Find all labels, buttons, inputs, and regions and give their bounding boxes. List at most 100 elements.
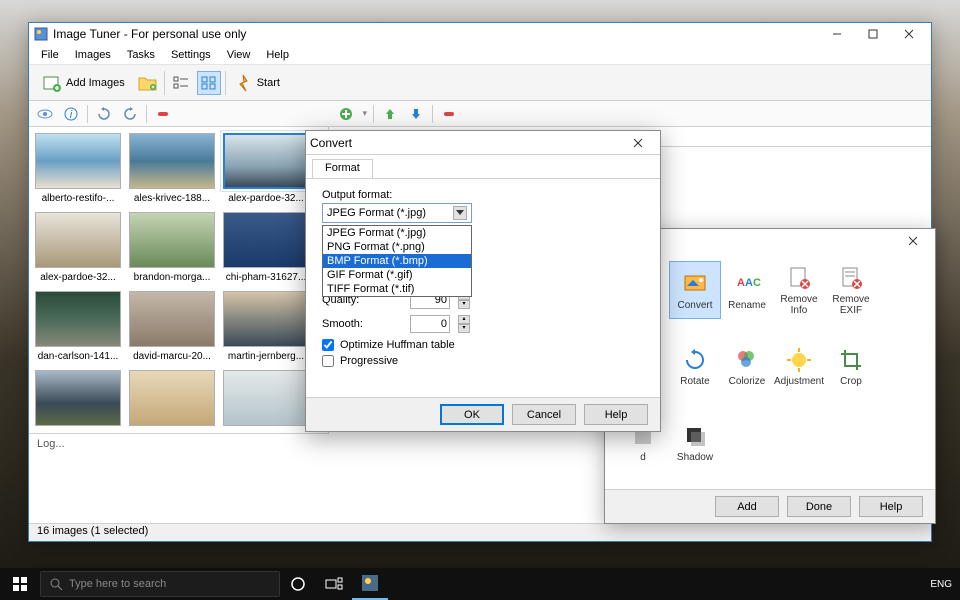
smooth-input[interactable] <box>410 315 450 333</box>
menu-images[interactable]: Images <box>67 47 119 63</box>
maximize-button[interactable] <box>855 23 891 45</box>
format-option[interactable]: BMP Format (*.bmp) <box>323 254 471 268</box>
thumbnail-item[interactable]: chi-pham-31627... <box>223 212 309 283</box>
add-images-label: Add Images <box>66 77 125 89</box>
progressive-label[interactable]: Progressive <box>340 355 398 367</box>
task-item-convert[interactable]: Convert <box>669 261 721 319</box>
thumbnail-label: alberto-restifo-... <box>36 193 120 204</box>
optimize-label[interactable]: Optimize Huffman table <box>340 339 455 351</box>
start-menu-button[interactable] <box>0 568 40 600</box>
task-item-rotate[interactable]: Rotate <box>669 337 721 395</box>
thumbnail-image <box>35 291 121 347</box>
add-images-button[interactable]: Add Images <box>35 68 132 98</box>
move-down-icon[interactable] <box>406 104 426 124</box>
thumbnail-item[interactable]: ales-krivec-188... <box>129 133 215 204</box>
format-option[interactable]: PNG Format (*.png) <box>323 240 471 254</box>
menu-view[interactable]: View <box>219 47 259 63</box>
menu-tasks[interactable]: Tasks <box>119 47 163 63</box>
task-item-shadow[interactable]: Shadow <box>669 414 721 472</box>
view-list-button[interactable] <box>169 71 193 95</box>
thumbnail-item[interactable] <box>129 370 215 430</box>
thumbnail-label: chi-pham-31627... <box>224 272 308 283</box>
task-help-button[interactable]: Help <box>859 496 923 517</box>
task-view-icon[interactable] <box>316 568 352 600</box>
move-up-icon[interactable] <box>380 104 400 124</box>
thumbnail-label: ales-krivec-188... <box>130 193 214 204</box>
smooth-spin-up[interactable]: ▴ <box>458 315 470 324</box>
tab-strip: Format <box>306 155 660 179</box>
format-option[interactable]: TIFF Format (*.tif) <box>323 282 471 296</box>
menu-help[interactable]: Help <box>258 47 297 63</box>
menubar: FileImagesTasksSettingsViewHelp <box>29 45 931 65</box>
convert-help-button[interactable]: Help <box>584 404 648 425</box>
language-indicator[interactable]: ENG <box>930 579 952 590</box>
convert-ok-button[interactable]: OK <box>440 404 504 425</box>
task-item-rename[interactable]: AACRename <box>721 261 773 319</box>
rotate-left-icon[interactable] <box>94 104 114 124</box>
cortana-icon[interactable] <box>280 568 316 600</box>
status-text: 16 images (1 selected) <box>37 525 148 537</box>
log-label: Log... <box>37 438 65 450</box>
task-item-crop[interactable]: Crop <box>825 337 877 395</box>
convert-close-button[interactable] <box>620 132 656 154</box>
taskbar-search[interactable]: Type here to search <box>40 571 280 597</box>
task-item-colorize[interactable]: Colorize <box>721 337 773 395</box>
task-item-adjustment[interactable]: Adjustment <box>773 337 825 395</box>
start-button[interactable]: Start <box>230 68 287 98</box>
minimize-button[interactable] <box>819 23 855 45</box>
toolbar: Add Images Start <box>29 65 931 101</box>
task-dialog-close-button[interactable] <box>895 230 931 252</box>
thumbnail-image <box>223 212 309 268</box>
menu-file[interactable]: File <box>33 47 67 63</box>
taskbar-app-icon[interactable] <box>352 568 388 600</box>
output-format-dropdown[interactable]: JPEG Format (*.jpg)PNG Format (*.png)BMP… <box>322 225 472 297</box>
remove-task-icon[interactable] <box>439 104 459 124</box>
add-task-icon[interactable] <box>336 104 356 124</box>
task-item-remove-exif[interactable]: RemoveEXIF <box>825 261 877 319</box>
app-icon <box>33 26 49 42</box>
task-add-button[interactable]: Add <box>715 496 779 517</box>
view-thumbnails-button[interactable] <box>197 71 221 95</box>
rotate-icon <box>681 346 709 374</box>
thumbnail-item[interactable]: david-marcu-20... <box>129 291 215 362</box>
thumbnail-item[interactable]: alex-pardoe-32... <box>223 133 309 204</box>
remove-info-icon <box>785 264 813 292</box>
tab-format[interactable]: Format <box>312 159 373 178</box>
thumbnail-item[interactable]: dan-carlson-141... <box>35 291 121 362</box>
thumbnail-label: alex-pardoe-32... <box>36 272 120 283</box>
chevron-down-icon <box>453 206 467 220</box>
system-tray: ENG <box>930 579 960 590</box>
quality-spin-down[interactable]: ▾ <box>458 300 470 309</box>
smooth-spin-down[interactable]: ▾ <box>458 324 470 333</box>
thumbnail-item[interactable]: alex-pardoe-32... <box>35 212 121 283</box>
thumbnail-item[interactable]: brandon-morga... <box>129 212 215 283</box>
convert-cancel-button[interactable]: Cancel <box>512 404 576 425</box>
thumbnail-label: dan-carlson-141... <box>36 351 120 362</box>
thumbnail-image <box>35 212 121 268</box>
preview-icon[interactable] <box>35 104 55 124</box>
thumbnail-label: alex-pardoe-32... <box>224 193 308 204</box>
thumbnail-image <box>129 133 215 189</box>
close-button[interactable] <box>891 23 927 45</box>
remove-icon[interactable] <box>153 104 173 124</box>
task-done-button[interactable]: Done <box>787 496 851 517</box>
convert-title: Convert <box>310 136 620 150</box>
task-item-label: Rename <box>728 300 766 311</box>
task-item-remove-info[interactable]: RemoveInfo <box>773 261 825 319</box>
thumbnail-item[interactable] <box>35 370 121 430</box>
menu-settings[interactable]: Settings <box>163 47 219 63</box>
thumbnail-item[interactable]: alberto-restifo-... <box>35 133 121 204</box>
format-option[interactable]: JPEG Format (*.jpg) <box>323 226 471 240</box>
format-option[interactable]: GIF Format (*.gif) <box>323 268 471 282</box>
thumbnail-label: brandon-morga... <box>130 272 214 283</box>
thumbnail-item[interactable] <box>223 370 309 430</box>
crop-icon <box>837 346 865 374</box>
thumbnail-item[interactable]: martin-jernberg... <box>223 291 309 362</box>
add-folder-button[interactable] <box>136 71 160 95</box>
rotate-right-icon[interactable] <box>120 104 140 124</box>
window-title: Image Tuner - For personal use only <box>53 27 819 41</box>
progressive-checkbox[interactable] <box>322 355 334 367</box>
info-icon[interactable]: i <box>61 104 81 124</box>
output-format-combo[interactable]: JPEG Format (*.jpg) <box>322 203 472 223</box>
optimize-checkbox[interactable] <box>322 339 334 351</box>
